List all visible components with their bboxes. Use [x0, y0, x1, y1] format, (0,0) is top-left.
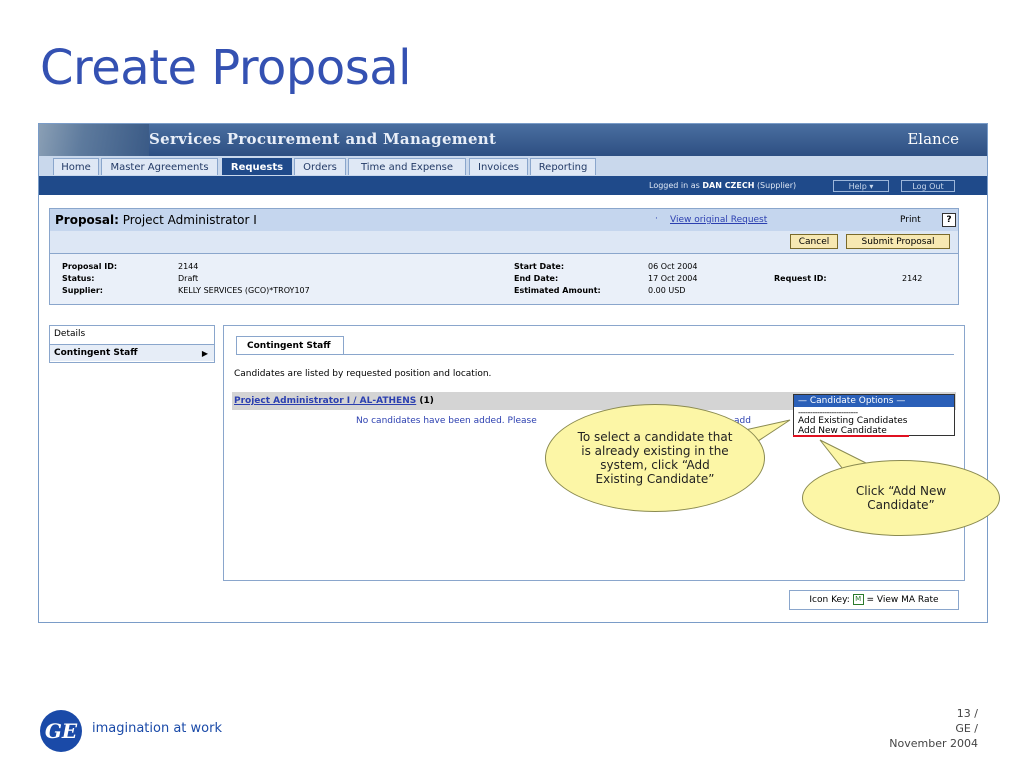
logged-in-status: Logged in as DAN CZECH (Supplier)	[649, 181, 796, 190]
help-icon[interactable]: ?	[942, 213, 956, 227]
elance-logo: Elance	[907, 130, 959, 148]
proposal-id-value: 2144	[178, 262, 199, 271]
action-bar: Cancel Submit Proposal	[49, 231, 959, 253]
footer-meta: 13 / GE / November 2004	[889, 706, 978, 751]
ge-logo: GE	[40, 710, 82, 752]
nav-item-contingent-staff-label: Contingent Staff	[54, 348, 138, 358]
status-label: Status:	[62, 274, 95, 283]
logout-button[interactable]: Log Out	[901, 180, 955, 192]
view-original-request-link[interactable]: View original Request	[670, 215, 767, 225]
left-nav: Details Contingent Staff ▶	[49, 325, 215, 363]
submit-proposal-button[interactable]: Submit Proposal	[846, 234, 950, 249]
callout-existing-candidate: To select a candidate that is already ex…	[545, 404, 765, 512]
footer-date: November 2004	[889, 737, 978, 750]
caret-right-icon: ▶	[201, 349, 208, 358]
tab-home[interactable]: Home	[53, 158, 99, 175]
icon-key-label: Icon Key:	[809, 595, 850, 605]
nav-item-contingent-staff[interactable]: Contingent Staff ▶	[50, 344, 214, 361]
cancel-button[interactable]: Cancel	[790, 234, 838, 249]
tab-divider	[236, 354, 954, 355]
proposal-info: Proposal ID: 2144 Status: Draft Supplier…	[49, 253, 959, 305]
logged-in-user: DAN CZECH	[702, 181, 755, 190]
help-menu-button[interactable]: Help ▾	[833, 180, 889, 192]
footer-company: GE /	[955, 722, 978, 735]
tab-invoices[interactable]: Invoices	[469, 158, 528, 175]
slide-title: Create Proposal	[40, 40, 412, 96]
tab-reporting[interactable]: Reporting	[530, 158, 596, 175]
app-window: Services Procurement and Management Elan…	[38, 123, 988, 623]
footer-tagline: imagination at work	[92, 721, 222, 736]
proposal-title-value: Project Administrator I	[122, 213, 257, 227]
proposal-id-label: Proposal ID:	[62, 262, 118, 271]
request-id-label: Request ID:	[774, 274, 827, 283]
highlight-underline	[793, 435, 909, 437]
tab-master-agreements[interactable]: Master Agreements	[101, 158, 218, 175]
callout-new-candidate: Click “Add New Candidate”	[802, 460, 1000, 536]
logged-in-role: (Supplier)	[756, 181, 797, 190]
proposal-header: Proposal: Project Administrator I · View…	[49, 208, 959, 231]
icon-key-description: = View MA Rate	[866, 595, 939, 605]
bullet-icon: ·	[655, 214, 658, 224]
main-nav: Home Master Agreements Requests Orders T…	[39, 156, 987, 178]
icon-key: Icon Key: M = View MA Rate	[789, 590, 959, 610]
banner-title: Services Procurement and Management	[149, 130, 497, 148]
candidates-description: Candidates are listed by requested posit…	[234, 369, 492, 379]
end-date-label: End Date:	[514, 274, 559, 283]
banner-image	[39, 124, 149, 156]
supplier-label: Supplier:	[62, 286, 103, 295]
candidate-options-selected[interactable]: — Candidate Options —	[794, 395, 954, 407]
tab-orders[interactable]: Orders	[294, 158, 346, 175]
help-label: Help	[848, 182, 867, 191]
start-date-label: Start Date:	[514, 262, 565, 271]
supplier-value: KELLY SERVICES (GCO)*TROY107	[178, 286, 310, 295]
app-banner: Services Procurement and Management Elan…	[39, 124, 987, 156]
nav-item-details[interactable]: Details	[50, 326, 214, 343]
status-value: Draft	[178, 274, 199, 283]
proposal-title: Proposal: Project Administrator I	[55, 213, 257, 227]
no-candidates-message: No candidates have been added. Please	[356, 416, 537, 426]
tab-requests[interactable]: Requests	[222, 158, 292, 175]
proposal-title-label: Proposal:	[55, 213, 119, 227]
candidate-options-select[interactable]: — Candidate Options — ------------------…	[793, 394, 955, 436]
estimated-amount-label: Estimated Amount:	[514, 286, 601, 295]
position-link[interactable]: Project Administrator I / AL-ATHENS (1)	[234, 396, 434, 406]
position-count: (1)	[419, 396, 434, 406]
tab-contingent-staff[interactable]: Contingent Staff	[236, 336, 344, 354]
print-link[interactable]: Print	[900, 215, 921, 225]
logged-in-prefix: Logged in as	[649, 181, 700, 190]
request-id-value: 2142	[902, 274, 923, 283]
ma-rate-icon: M	[852, 594, 864, 605]
option-add-existing-candidates[interactable]: Add Existing Candidates	[798, 416, 908, 426]
start-date-value: 06 Oct 2004	[648, 262, 698, 271]
chevron-down-icon: ▾	[869, 182, 874, 191]
end-date-value: 17 Oct 2004	[648, 274, 698, 283]
tab-time-and-expense[interactable]: Time and Expense	[348, 158, 466, 175]
position-link-label: Project Administrator I / AL-ATHENS	[234, 396, 417, 406]
estimated-amount-value: 0.00 USD	[648, 286, 686, 295]
user-bar: Logged in as DAN CZECH (Supplier) Help ▾…	[39, 178, 987, 195]
page-number: 13 /	[956, 707, 978, 720]
